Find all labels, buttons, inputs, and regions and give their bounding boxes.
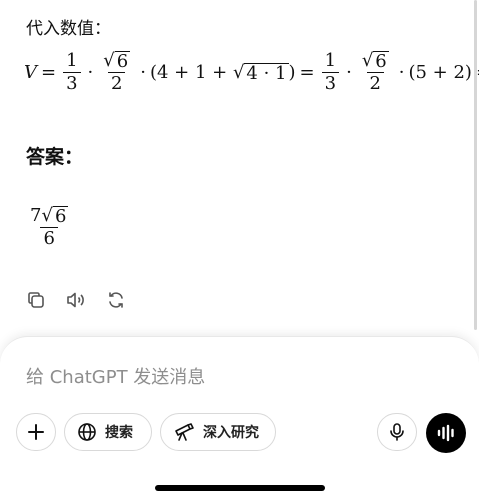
refresh-icon	[109, 292, 123, 308]
regenerate-button[interactable]	[104, 288, 128, 312]
eq-lhs: V	[24, 62, 37, 83]
add-attachment-button[interactable]	[16, 413, 56, 451]
answer-fraction: 7 √ 6 6	[30, 205, 69, 249]
cdot: ·	[398, 62, 405, 83]
telescope-icon	[175, 423, 194, 441]
scrollbar[interactable]	[474, 0, 477, 330]
dictate-button[interactable]	[377, 413, 417, 451]
cdot: ·	[140, 62, 146, 83]
message-composer: 给 ChatGPT 发送消息 搜索 深入研究	[0, 336, 479, 501]
copy-button[interactable]	[24, 288, 48, 312]
copy-icon	[28, 292, 44, 308]
paren-sum-2: (5 + 2)	[408, 62, 472, 83]
search-label: 搜索	[105, 425, 133, 441]
message-actions	[24, 288, 128, 312]
read-aloud-button[interactable]	[64, 288, 88, 312]
voice-waveform-icon	[437, 424, 454, 442]
eq-sign: =	[41, 62, 57, 83]
message-input[interactable]: 给 ChatGPT 发送消息	[26, 363, 205, 389]
globe-icon	[78, 423, 96, 441]
voice-mode-button[interactable]	[426, 413, 466, 453]
frac-one-third: 1 3	[63, 50, 81, 95]
eq-sign: =	[299, 62, 315, 83]
answer-heading: 答案：	[26, 146, 84, 168]
cdot: ·	[87, 62, 94, 83]
frac-root6-over-2: √ 6 2	[103, 50, 131, 94]
frac-one-third: 1 3	[321, 50, 340, 95]
plus-icon	[28, 424, 44, 440]
cdot: ·	[346, 62, 352, 83]
frac-root6-over-2: √ 6 2	[361, 50, 389, 94]
paren-sum-1: (4 + 1 + √ 4 · 1)	[149, 61, 296, 84]
deep-research-button[interactable]: 深入研究	[160, 413, 276, 451]
microphone-icon	[390, 423, 404, 441]
intro-text: 代入数值：	[26, 19, 111, 39]
conversation-content: 代入数值： V = 1 3 · √ 6 2 · (4 + 1 + √ 4 · 1) …	[0, 0, 479, 335]
home-indicator	[155, 485, 325, 491]
volume-equation: V = 1 3 · √ 6 2 · (4 + 1 + √ 4 · 1) = 1 3 …	[24, 50, 479, 95]
search-button[interactable]: 搜索	[64, 413, 152, 451]
speaker-icon	[67, 292, 84, 308]
deep-research-label: 深入研究	[203, 425, 259, 441]
